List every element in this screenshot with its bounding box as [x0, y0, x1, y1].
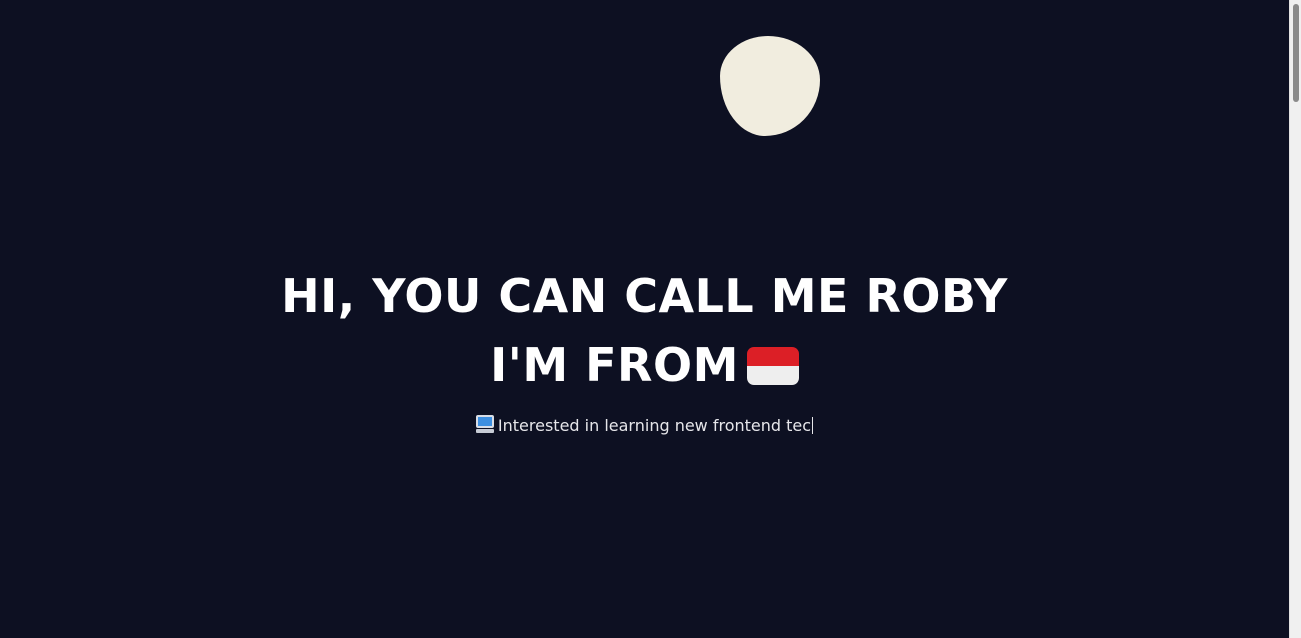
- indonesia-flag-icon: [746, 347, 799, 385]
- vertical-scrollbar[interactable]: [1289, 0, 1301, 638]
- typing-text: Interested in learning new frontend tec: [497, 416, 812, 435]
- computer-icon: [475, 415, 494, 434]
- decorative-blob: [720, 36, 820, 136]
- hero-line-2: I'M FROM: [0, 331, 1289, 400]
- hero-line-1: HI, YOU CAN CALL ME ROBY: [281, 269, 1008, 323]
- typing-subtitle: Interested in learning new frontend tec: [0, 414, 1289, 438]
- page: HI, YOU CAN CALL ME ROBY I'M FROM Intere…: [0, 0, 1289, 638]
- typing-caret: [812, 417, 814, 434]
- hero-heading: HI, YOU CAN CALL ME ROBY I'M FROM: [0, 262, 1289, 400]
- hero-line-2-text: I'M FROM: [490, 338, 739, 392]
- scrollbar-thumb[interactable]: [1293, 4, 1299, 102]
